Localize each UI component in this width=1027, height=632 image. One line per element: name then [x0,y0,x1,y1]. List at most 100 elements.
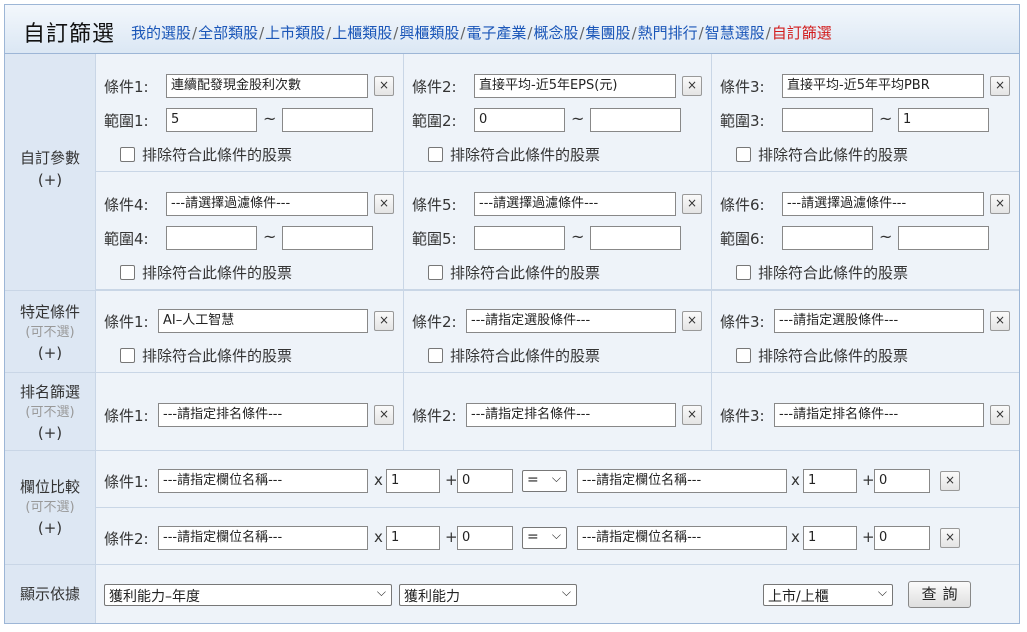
range-max-input[interactable] [282,108,373,132]
exclude-checkbox[interactable] [120,265,135,280]
nav-separator: / [460,24,466,42]
range-max-input[interactable] [282,226,373,250]
condition-label: 條件6: [720,196,765,214]
specific-conditions-title: 特定條件 [19,303,80,321]
operator-select[interactable]: = ⌵ [522,527,567,549]
operator-value: = [527,472,539,488]
compare-condition-cell: 條件1: ---請指定欄位名稱--- x 1 +0 = ⌵ ---請指定欄位名稱--- x 1 +0… [96,451,1019,508]
range-max-input[interactable]: 1 [898,108,989,132]
market-select[interactable]: 上市/上櫃 ⌵ [763,584,893,606]
tilde-separator: ~ [879,109,893,128]
exclude-checkbox[interactable] [120,147,135,162]
right-field-select[interactable]: ---請指定欄位名稱--- [577,526,787,550]
clear-condition-button[interactable]: × [682,311,702,331]
exclude-checkbox[interactable] [736,147,751,162]
ranking-add-button[interactable]: (+) [5,422,95,444]
nav-link[interactable]: 電子產業 [466,24,526,42]
left-field-select[interactable]: ---請指定欄位名稱--- [158,469,368,493]
nav-link[interactable]: 興櫃類股 [399,24,459,42]
left-offset-input[interactable]: 0 [457,469,513,493]
exclude-checkbox[interactable] [120,348,135,363]
right-offset-input[interactable]: 0 [874,526,930,550]
category-nav: 我的選股/全部類股/上市類股/上櫃類股/興櫃類股/電子產業/概念股/集團股/熱門… [131,22,832,43]
clear-condition-button[interactable]: × [990,194,1010,214]
range-max-input[interactable] [898,226,989,250]
custom-condition-cell: 條件5: ---請選擇過濾條件--- × 範圍5: ~ 排除符合此條件的股票 [404,172,712,290]
clear-condition-button[interactable]: × [990,311,1010,331]
nav-link[interactable]: 上櫃類股 [332,24,392,42]
custom-params-label: 自訂參數 (+) [5,54,96,290]
operator-select[interactable]: = ⌵ [522,470,567,492]
nav-link[interactable]: 集團股 [586,24,631,42]
nav-link[interactable]: 智慧選股 [705,24,765,42]
condition-select[interactable]: 連續配發現金股利次數 [166,74,368,98]
plus-sign: + [862,471,875,489]
range-min-input[interactable]: 5 [166,108,257,132]
nav-link[interactable]: 上市類股 [265,24,325,42]
exclude-checkbox[interactable] [428,147,443,162]
nav-link[interactable]: 我的選股 [131,24,191,42]
left-field-select[interactable]: ---請指定欄位名稱--- [158,526,368,550]
condition-select[interactable]: ---請選擇過濾條件--- [166,192,368,216]
custom-params-add-button[interactable]: (+) [5,169,95,191]
custom-filter-panel: 自訂篩選 我的選股/全部類股/上市類股/上櫃類股/興櫃類股/電子產業/概念股/集… [4,4,1020,624]
nav-link[interactable]: 自訂篩選 [772,24,832,42]
ranking-condition-select[interactable]: ---請指定排名條件--- [466,403,676,427]
left-multiplier-input[interactable]: 1 [386,469,440,493]
right-field-select[interactable]: ---請指定欄位名稱--- [577,469,787,493]
exclude-checkbox[interactable] [428,265,443,280]
clear-condition-button[interactable]: × [940,528,960,548]
range-min-input[interactable]: 0 [474,108,565,132]
clear-condition-button[interactable]: × [374,76,394,96]
range-min-input[interactable] [166,226,257,250]
left-multiplier-input[interactable]: 1 [386,526,440,550]
clear-condition-button[interactable]: × [990,76,1010,96]
nav-link[interactable]: 全部類股 [198,24,258,42]
specific-condition-select[interactable]: ---請指定選股條件--- [466,309,676,333]
ranking-label: 排名篩選 (可不選) (+) [5,373,96,450]
condition-select[interactable]: ---請選擇過濾條件--- [782,192,984,216]
ranking-condition-select[interactable]: ---請指定排名條件--- [158,403,368,427]
custom-condition-cell: 條件1: 連續配發現金股利次數 × 範圍1: 5 ~ 排除符合此條件的股票 [96,54,404,172]
condition-select[interactable]: 直接平均-近5年EPS(元) [474,74,676,98]
clear-condition-button[interactable]: × [682,76,702,96]
query-button[interactable]: 查詢 [908,581,971,608]
clear-condition-button[interactable]: × [940,471,960,491]
range-min-input[interactable] [782,226,873,250]
clear-condition-button[interactable]: × [374,311,394,331]
range-max-input[interactable] [590,108,681,132]
right-offset-input[interactable]: 0 [874,469,930,493]
left-offset-input[interactable]: 0 [457,526,513,550]
nav-link[interactable]: 熱門排行 [638,24,698,42]
range-max-input[interactable] [590,226,681,250]
ranking-condition-cell: 條件2: ---請指定排名條件--- × [404,373,712,451]
compare-add-button[interactable]: (+) [5,517,95,539]
clear-condition-button[interactable]: × [682,194,702,214]
range-min-input[interactable] [474,226,565,250]
clear-condition-button[interactable]: × [990,405,1010,425]
condition-label: 條件1: [104,407,149,425]
custom-params-title: 自訂參數 [19,149,80,167]
ranking-condition-cell: 條件3: ---請指定排名條件--- × [712,373,1019,451]
nav-link[interactable]: 概念股 [533,24,578,42]
specific-condition-select[interactable]: AI–人工智慧 [158,309,368,333]
display-subcategory-select[interactable]: 獲利能力 ⌵ [399,584,577,606]
specific-add-button[interactable]: (+) [5,342,95,364]
exclude-checkbox[interactable] [736,348,751,363]
clear-condition-button[interactable]: × [682,405,702,425]
exclude-checkbox[interactable] [736,265,751,280]
ranking-condition-select[interactable]: ---請指定排名條件--- [774,403,984,427]
right-multiplier-input[interactable]: 1 [803,526,857,550]
exclude-checkbox-label: 排除符合此條件的股票 [450,146,601,164]
condition-select[interactable]: ---請選擇過濾條件--- [474,192,676,216]
range-label: 範圍3: [720,112,765,130]
range-min-input[interactable] [782,108,873,132]
nav-separator: / [393,24,399,42]
condition-select[interactable]: 直接平均-近5年平均PBR [782,74,984,98]
clear-condition-button[interactable]: × [374,194,394,214]
specific-condition-select[interactable]: ---請指定選股條件--- [774,309,984,333]
exclude-checkbox[interactable] [428,348,443,363]
display-category-select[interactable]: 獲利能力–年度 ⌵ [104,584,392,606]
clear-condition-button[interactable]: × [374,405,394,425]
right-multiplier-input[interactable]: 1 [803,469,857,493]
